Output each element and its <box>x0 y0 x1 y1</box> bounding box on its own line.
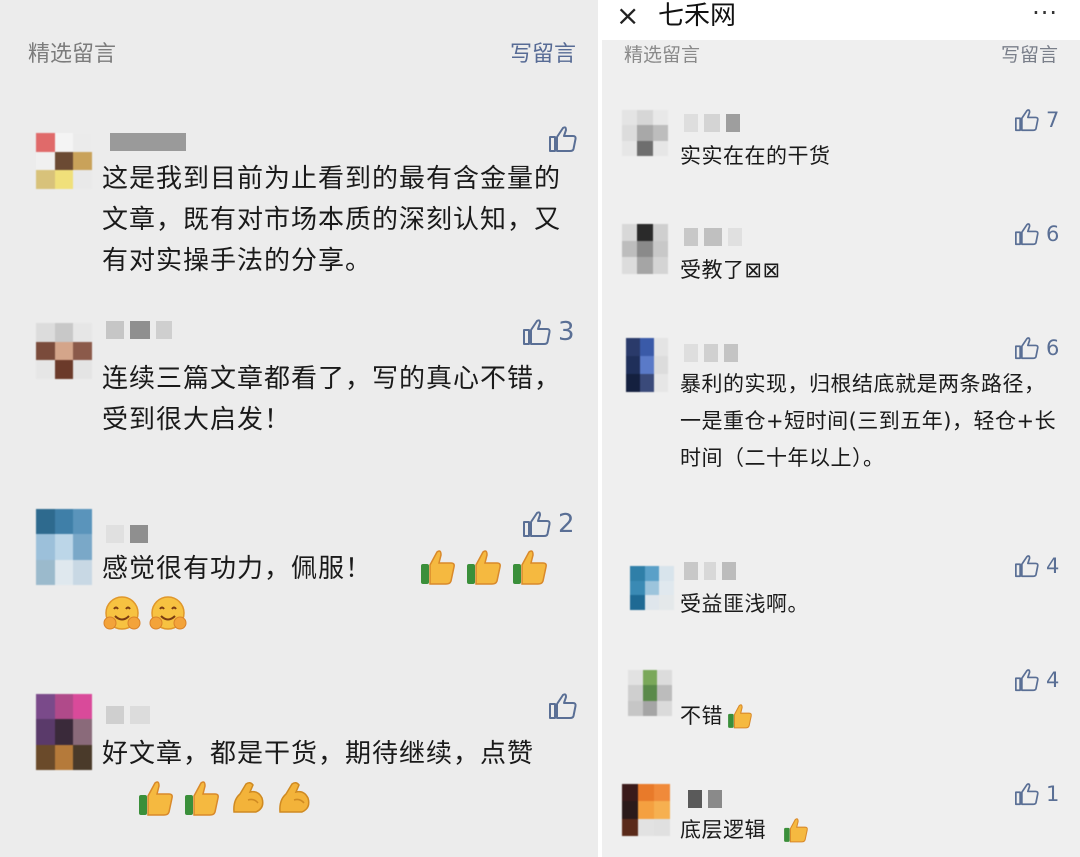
avatar[interactable] <box>36 694 92 770</box>
thumbs-up-icon <box>1014 109 1039 132</box>
avatar[interactable] <box>622 224 668 274</box>
thumbs-up-icon <box>1014 337 1039 360</box>
avatar[interactable] <box>628 670 672 716</box>
avatar[interactable] <box>622 110 668 156</box>
nickname-blurred <box>110 133 192 151</box>
comment-text: 受益匪浅啊。 <box>680 592 809 616</box>
avatar[interactable] <box>36 133 92 189</box>
like-button[interactable]: 3 <box>522 317 575 347</box>
thumbs-up-emoji-icon <box>784 818 808 843</box>
featured-comments-header: 精选留言 写留言 <box>602 36 1080 66</box>
thumbs-up-icon <box>549 126 577 152</box>
comment-item: 2 感觉很有功力，佩服！ <box>0 505 598 645</box>
avatar[interactable] <box>622 784 670 836</box>
nickname-blurred <box>684 228 748 246</box>
section-title: 精选留言 <box>28 42 117 67</box>
left-comments-panel: 精选留言 写留言 这是我到目前为止看到的最有含金量的文章，既有对市场本质的深刻认… <box>0 0 598 857</box>
close-icon[interactable]: × <box>616 0 639 32</box>
comment-item: 1 底层逻辑 <box>602 782 1080 857</box>
like-button[interactable]: 6 <box>1014 222 1059 246</box>
nickname-blurred <box>106 321 178 339</box>
emoji-row <box>102 593 188 633</box>
thumbs-up-icon <box>549 693 577 719</box>
emoji-row <box>782 816 810 844</box>
avatar[interactable] <box>630 566 674 610</box>
thumbs-up-icon <box>523 511 551 537</box>
smiling-face-with-hands-icon <box>149 596 187 630</box>
section-title: 精选留言 <box>624 44 701 66</box>
thumbs-up-emoji-icon <box>139 781 173 816</box>
like-button[interactable]: 6 <box>1014 336 1059 360</box>
flexed-biceps-icon <box>279 781 310 813</box>
nickname-blurred <box>684 114 746 132</box>
thumbs-up-icon <box>1014 555 1039 578</box>
more-options-icon[interactable]: ··· <box>1032 0 1058 26</box>
avatar[interactable] <box>626 338 668 392</box>
avatar[interactable] <box>36 323 92 379</box>
comment-item: 6 暴利的实现，归根结底就是两条路径，一是重仓+短时间(三到五年)，轻仓+长时间… <box>602 336 1080 506</box>
comment-text: 好文章，都是干货，期待继续，点赞 <box>102 739 535 769</box>
thumbs-up-icon <box>523 319 551 345</box>
like-button[interactable]: 4 <box>1014 668 1059 692</box>
thumbs-up-emoji-icon <box>513 550 547 585</box>
like-button[interactable]: 7 <box>1014 108 1059 132</box>
comment-text: 实实在在的干货 <box>680 144 831 168</box>
thumbs-up-emoji-icon <box>467 550 501 585</box>
write-comment-button[interactable]: 写留言 <box>510 36 576 68</box>
thumbs-up-emoji-icon <box>728 704 752 729</box>
flexed-biceps-icon <box>233 781 264 813</box>
nickname-blurred <box>106 706 156 724</box>
smiling-face-with-hands-icon <box>103 596 141 630</box>
comment-item: 7 实实在在的干货 <box>602 108 1080 188</box>
nickname-blurred <box>688 790 728 808</box>
nickname-blurred <box>684 562 742 580</box>
top-bar: × 七禾网 ··· <box>602 0 1080 40</box>
like-button[interactable]: 4 <box>1014 554 1059 578</box>
like-button[interactable]: 2 <box>522 509 575 539</box>
thumbs-up-icon <box>1014 783 1039 806</box>
write-comment-button[interactable]: 写留言 <box>1001 40 1058 67</box>
page-title: 七禾网 <box>658 1 737 31</box>
right-comments-panel: × 七禾网 ··· 精选留言 写留言 7 实实在在的干货 6 受教了⊠⊠ 6 暴… <box>602 0 1080 857</box>
nickname-blurred <box>684 344 744 362</box>
comment-item: 4 不错 <box>602 668 1080 748</box>
like-button[interactable] <box>548 125 584 153</box>
comment-text: 感觉很有功力，佩服！ <box>102 554 373 584</box>
comment-text: 受教了⊠⊠ <box>680 258 781 282</box>
comment-item: 好文章，都是干货，期待继续，点赞 <box>0 690 598 850</box>
comment-text: 连续三篇文章都看了，写的真心不错，受到很大启发！ <box>102 364 562 435</box>
emoji-row <box>418 547 550 587</box>
emoji-row <box>726 702 754 730</box>
comment-item: 这是我到目前为止看到的最有含金量的文章，既有对市场本质的深刻认知，又有对实操手法… <box>0 125 598 285</box>
comment-item: 4 受益匪浅啊。 <box>602 554 1080 634</box>
comment-text: 暴利的实现，归根结底就是两条路径，一是重仓+短时间(三到五年)，轻仓+长时间（二… <box>680 372 1057 470</box>
like-button[interactable]: 1 <box>1014 782 1059 806</box>
nickname-blurred <box>106 525 154 543</box>
comment-item: 3 连续三篇文章都看了，写的真心不错，受到很大启发！ <box>0 317 598 457</box>
like-button[interactable] <box>548 692 584 720</box>
thumbs-up-icon <box>1014 223 1039 246</box>
comment-text: 这是我到目前为止看到的最有含金量的文章，既有对市场本质的深刻认知，又有对实操手法… <box>102 164 562 276</box>
comment-text: 底层逻辑 <box>680 818 766 842</box>
comment-item: 6 受教了⊠⊠ <box>602 222 1080 302</box>
thumbs-up-icon <box>1014 669 1039 692</box>
emoji-row <box>136 778 314 818</box>
avatar[interactable] <box>36 509 92 585</box>
thumbs-up-emoji-icon <box>185 781 219 816</box>
featured-comments-header: 精选留言 写留言 <box>0 36 598 76</box>
thumbs-up-emoji-icon <box>421 550 455 585</box>
